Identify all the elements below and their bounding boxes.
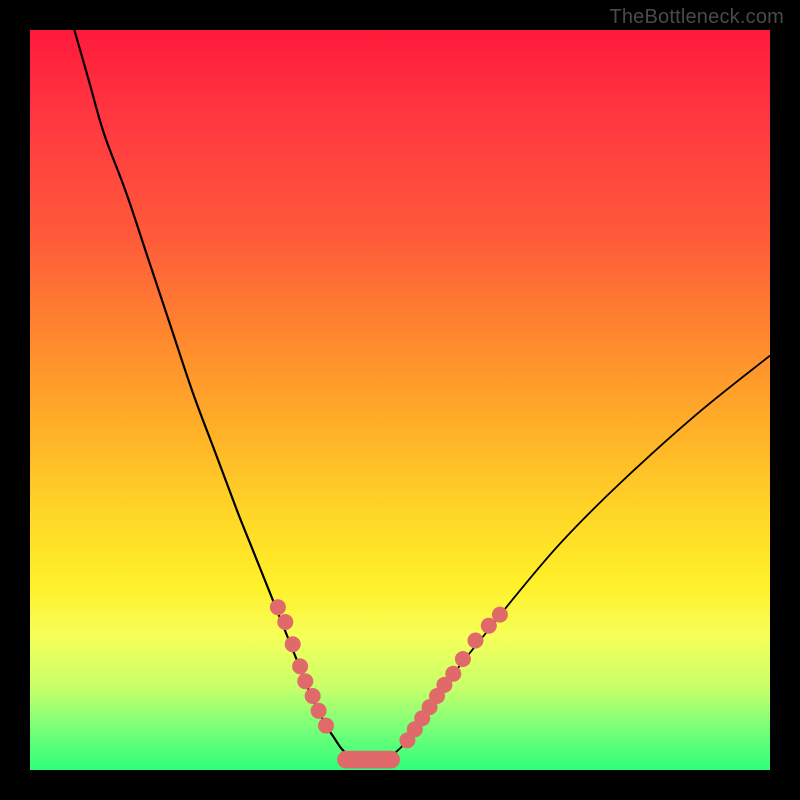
marker-right-10 — [492, 607, 508, 623]
curve-right-branch — [393, 356, 770, 756]
marker-right-8 — [467, 633, 483, 649]
marker-left-0 — [270, 599, 286, 615]
marker-left-2 — [285, 636, 301, 652]
valley-marker-bar — [337, 751, 400, 769]
marker-left-1 — [277, 614, 293, 630]
chart-frame: TheBottleneck.com — [0, 0, 800, 800]
marker-left-4 — [297, 673, 313, 689]
plot-svg — [30, 30, 770, 770]
marker-left-3 — [292, 658, 308, 674]
plot-area — [30, 30, 770, 770]
source-label: TheBottleneck.com — [609, 6, 784, 29]
marker-right-7 — [455, 651, 471, 667]
marker-left-7 — [318, 718, 334, 734]
marker-left-6 — [311, 703, 327, 719]
curve-left-branch — [74, 30, 348, 755]
marker-right-6 — [445, 666, 461, 682]
marker-left-5 — [305, 688, 321, 704]
